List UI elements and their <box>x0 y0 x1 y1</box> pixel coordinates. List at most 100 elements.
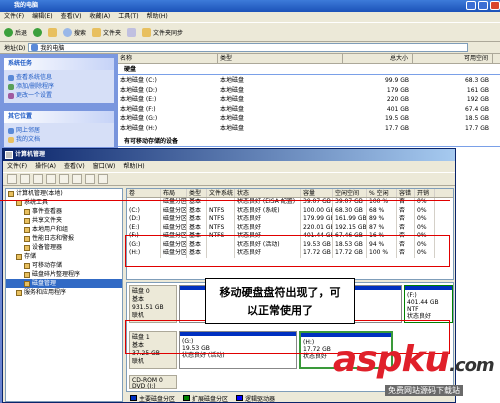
tree-item[interactable]: 设备管理器 <box>6 243 122 252</box>
close-button[interactable] <box>490 1 500 10</box>
drive-row[interactable]: 本地磁盘 (G:) 本地磁盘 19.5 GB 18.5 GB <box>118 114 500 124</box>
up-button[interactable] <box>48 27 58 37</box>
watermark-logo: aspku.com <box>333 339 495 380</box>
menu-help[interactable]: 帮助(H) <box>147 12 168 22</box>
back-icon[interactable] <box>7 174 17 184</box>
tree-item[interactable]: 本地用户和组 <box>6 225 122 234</box>
col-name[interactable]: 名称 <box>118 54 218 63</box>
col-free[interactable]: 可用空间 <box>413 54 493 63</box>
tree-node-icon <box>16 253 22 260</box>
system-tasks-title[interactable]: 系统任务 <box>4 58 114 70</box>
back-button[interactable]: 后退 <box>4 27 27 37</box>
volume-row[interactable]: (C:) 磁盘分区 基本 NTFS 状态良好 (系统) 100.00 GB 68.30 GB… <box>127 206 453 215</box>
cm-title-bar: 计算机管理 <box>3 149 455 161</box>
drive-row[interactable]: 本地磁盘 (C:) 本地磁盘 99.9 GB 68.3 GB <box>118 76 500 86</box>
volume-col-header[interactable]: 类型 <box>187 189 207 197</box>
address-input[interactable]: 我的电脑 <box>28 43 469 52</box>
sync-button[interactable]: 文件夹同步 <box>142 27 183 37</box>
volume-col-header[interactable]: 开销 <box>415 189 435 197</box>
volume-cell: 179.99 GB <box>303 215 333 224</box>
group-removable: 有可移动存储的设备 <box>118 137 500 147</box>
drive-total: 401 GB <box>386 105 409 113</box>
other-places-panel: 其它位置 网上邻居 我的文档 <box>4 111 114 147</box>
drive-row[interactable]: 本地磁盘 (E:) 本地磁盘 220 GB 192 GB <box>118 95 500 105</box>
tree-item[interactable]: 共享文件夹 <box>6 216 122 225</box>
tree-item[interactable]: 磁盘碎片整理程序 <box>6 270 122 279</box>
forward-icon[interactable] <box>20 174 30 184</box>
drive-name: 本地磁盘 (F:) <box>120 105 156 113</box>
search-button[interactable]: 搜索 <box>63 27 86 37</box>
other-places-title[interactable]: 其它位置 <box>4 111 114 123</box>
tree-item[interactable]: 性能日志和警报 <box>6 234 122 243</box>
info-icon <box>8 74 14 81</box>
up-icon[interactable] <box>33 174 43 184</box>
place-network[interactable]: 网上邻居 <box>8 126 110 135</box>
folders-button[interactable]: 文件夹 <box>92 27 121 37</box>
forward-button[interactable] <box>33 27 43 37</box>
tree-item[interactable]: 服务和应用程序 <box>6 288 122 297</box>
volume-col-header[interactable]: 布局 <box>161 189 187 197</box>
drive-free: 17.7 GB <box>464 124 489 132</box>
forward-arrow-icon <box>33 27 43 37</box>
cm-menu-bar: 文件(F) 操作(A) 查看(V) 窗口(W) 帮助(H) <box>3 161 455 172</box>
tree-node-icon <box>24 226 30 233</box>
volume-col-header[interactable]: 空闲空间 <box>333 189 367 197</box>
task-change-setting[interactable]: 更改一个设置 <box>8 91 110 100</box>
menu-view[interactable]: 查看(V) <box>61 12 82 22</box>
show-tree-icon[interactable] <box>46 174 56 184</box>
cdrom-label[interactable]: CD-ROM 0 DVD (I:) <box>129 375 177 390</box>
maximize-button[interactable] <box>478 1 488 10</box>
volume-cell: 磁盘分区 <box>163 206 187 215</box>
volume-row[interactable]: (D:) 磁盘分区 基本 NTFS 状态良好 179.99 GB 161.99 GB 89 %… <box>127 215 453 224</box>
menu-favorites[interactable]: 收藏(A) <box>89 12 110 22</box>
volume-col-header[interactable]: 容错 <box>397 189 415 197</box>
disk-0-size: 931.51 GB <box>132 304 164 311</box>
drive-row[interactable]: 本地磁盘 (F:) 本地磁盘 401 GB 67.4 GB <box>118 105 500 115</box>
task-view-system-info[interactable]: 查看系统信息 <box>8 73 110 82</box>
partition-f[interactable]: (F:) 401.44 GB NTF 状态良好 <box>404 285 453 323</box>
view-button[interactable] <box>127 27 137 37</box>
export-icon[interactable] <box>98 174 108 184</box>
drive-row[interactable]: 本地磁盘 (H:) 本地磁盘 17.7 GB 17.7 GB <box>118 124 500 134</box>
tree-item[interactable]: 计算机管理(本地) <box>6 189 122 198</box>
volume-cell: 基本 <box>187 223 207 232</box>
col-total[interactable]: 总大小 <box>343 54 413 63</box>
help-icon[interactable] <box>72 174 82 184</box>
cm-menu-help[interactable]: 帮助(H) <box>123 161 144 172</box>
volume-col-header[interactable]: 容量 <box>301 189 333 197</box>
volume-col-header[interactable]: % 空闲 <box>367 189 397 197</box>
cm-menu-action[interactable]: 操作(A) <box>35 161 56 172</box>
properties-icon[interactable] <box>59 174 69 184</box>
tree-item[interactable]: 可移动存储 <box>6 261 122 270</box>
tree-item[interactable]: 存储 <box>6 252 122 261</box>
computer-icon <box>31 44 39 51</box>
folder-up-icon <box>48 27 58 37</box>
minimize-button[interactable] <box>466 1 476 10</box>
menu-tools[interactable]: 工具(T) <box>118 12 138 22</box>
volume-col-header[interactable]: 状态 <box>235 189 301 197</box>
volume-cell: 220.01 GB <box>303 223 333 232</box>
volume-row[interactable]: (E:) 磁盘分区 基本 NTFS 状态良好 220.01 GB 192.15 GB 87 %… <box>127 223 453 232</box>
task-add-remove-programs[interactable]: 添加/删除程序 <box>8 82 110 91</box>
disk-0-label[interactable]: 磁盘 0 基本 931.51 GB 联机 <box>129 285 177 323</box>
drive-free: 67.4 GB <box>464 105 489 113</box>
volume-col-header[interactable]: 卷 <box>127 189 161 197</box>
cm-menu-view[interactable]: 查看(V) <box>64 161 85 172</box>
menu-edit[interactable]: 编辑(E) <box>32 12 52 22</box>
tree-node-icon <box>24 208 30 215</box>
col-type[interactable]: 类型 <box>218 54 343 63</box>
tree-item[interactable]: 事件查看器 <box>6 207 122 216</box>
menu-file[interactable]: 文件(F) <box>4 12 24 22</box>
tree-node-icon <box>24 280 30 287</box>
tree-item[interactable]: 磁盘管理 <box>6 279 122 288</box>
drive-name: 本地磁盘 (H:) <box>120 124 158 132</box>
cm-menu-window[interactable]: 窗口(W) <box>93 161 116 172</box>
volume-col-header[interactable]: 文件系统 <box>207 189 235 197</box>
drive-list-header: 名称 类型 总大小 可用空间 <box>118 54 500 64</box>
disk-0-type: 基本 <box>132 296 145 303</box>
refresh-icon[interactable] <box>85 174 95 184</box>
drive-type: 本地磁盘 <box>220 96 245 103</box>
cm-menu-file[interactable]: 文件(F) <box>7 161 27 172</box>
place-documents[interactable]: 我的文档 <box>8 135 110 144</box>
drive-row[interactable]: 本地磁盘 (D:) 本地磁盘 179 GB 161 GB <box>118 86 500 96</box>
